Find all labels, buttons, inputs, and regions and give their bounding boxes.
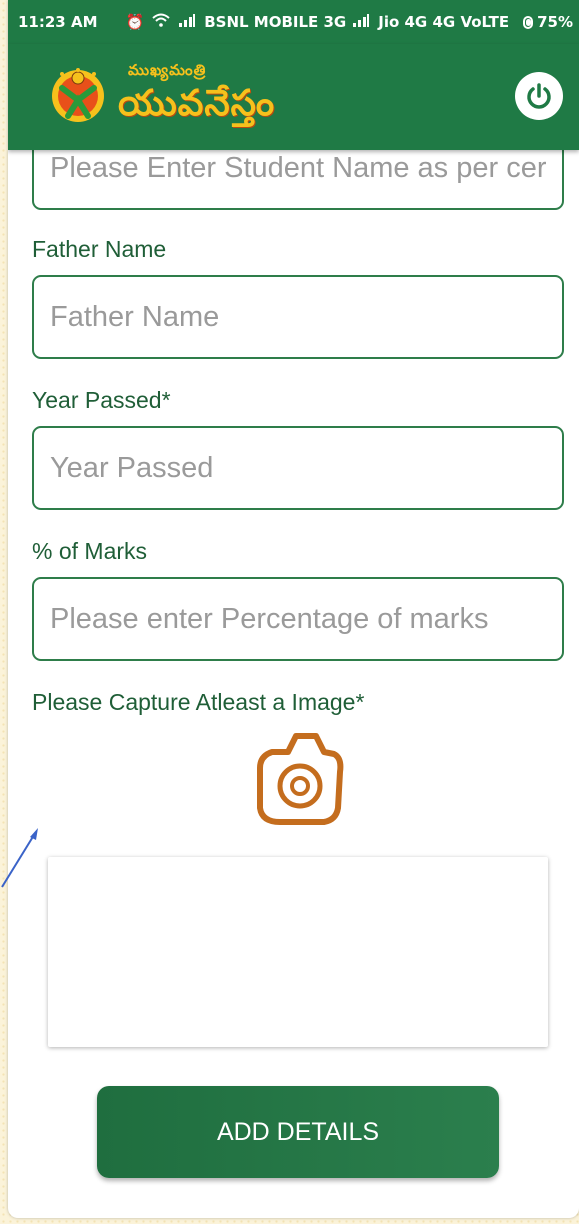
logo-subtitle: ముఖ్యమంత్రి (128, 62, 207, 79)
carrier-1: BSNL MOBILE 3G (204, 13, 347, 31)
wifi-icon (152, 13, 170, 31)
carrier-2: Jio 4G 4G VoLTE (378, 13, 510, 31)
battery-level: 75% (537, 13, 573, 31)
father-name-input[interactable] (32, 275, 564, 359)
phone-screen: 11:23 AM ⏰ BSNL MOBILE 3G Jio 4G 4G VoLT… (8, 0, 579, 1218)
annotation-arrow (1, 828, 38, 888)
app-logo-icon (52, 68, 104, 122)
year-passed-input[interactable] (32, 426, 564, 510)
alarm-icon: ⏰ (125, 13, 145, 31)
status-bar: 11:23 AM ⏰ BSNL MOBILE 3G Jio 4G 4G VoLT… (8, 0, 579, 44)
logo-title: యువనేస్తం (118, 82, 276, 124)
marks-input[interactable] (32, 577, 564, 661)
status-time: 11:23 AM (18, 13, 98, 31)
father-name-label: Father Name (32, 236, 167, 262)
signal-icon (178, 13, 196, 31)
image-preview-area (48, 857, 548, 1047)
app-bar: ముఖ్యమంత్రి యువనేస్తం (8, 44, 579, 150)
battery-icon (523, 15, 534, 29)
marks-label: % of Marks (32, 538, 148, 564)
signal-icon (352, 13, 370, 31)
camera-icon[interactable] (250, 728, 346, 828)
capture-image-label: Please Capture Atleast a Image* (32, 689, 365, 715)
year-passed-label: Year Passed* (32, 387, 171, 413)
power-button[interactable] (515, 72, 563, 120)
add-details-button[interactable]: ADD DETAILS (97, 1086, 499, 1178)
power-icon (527, 83, 551, 109)
